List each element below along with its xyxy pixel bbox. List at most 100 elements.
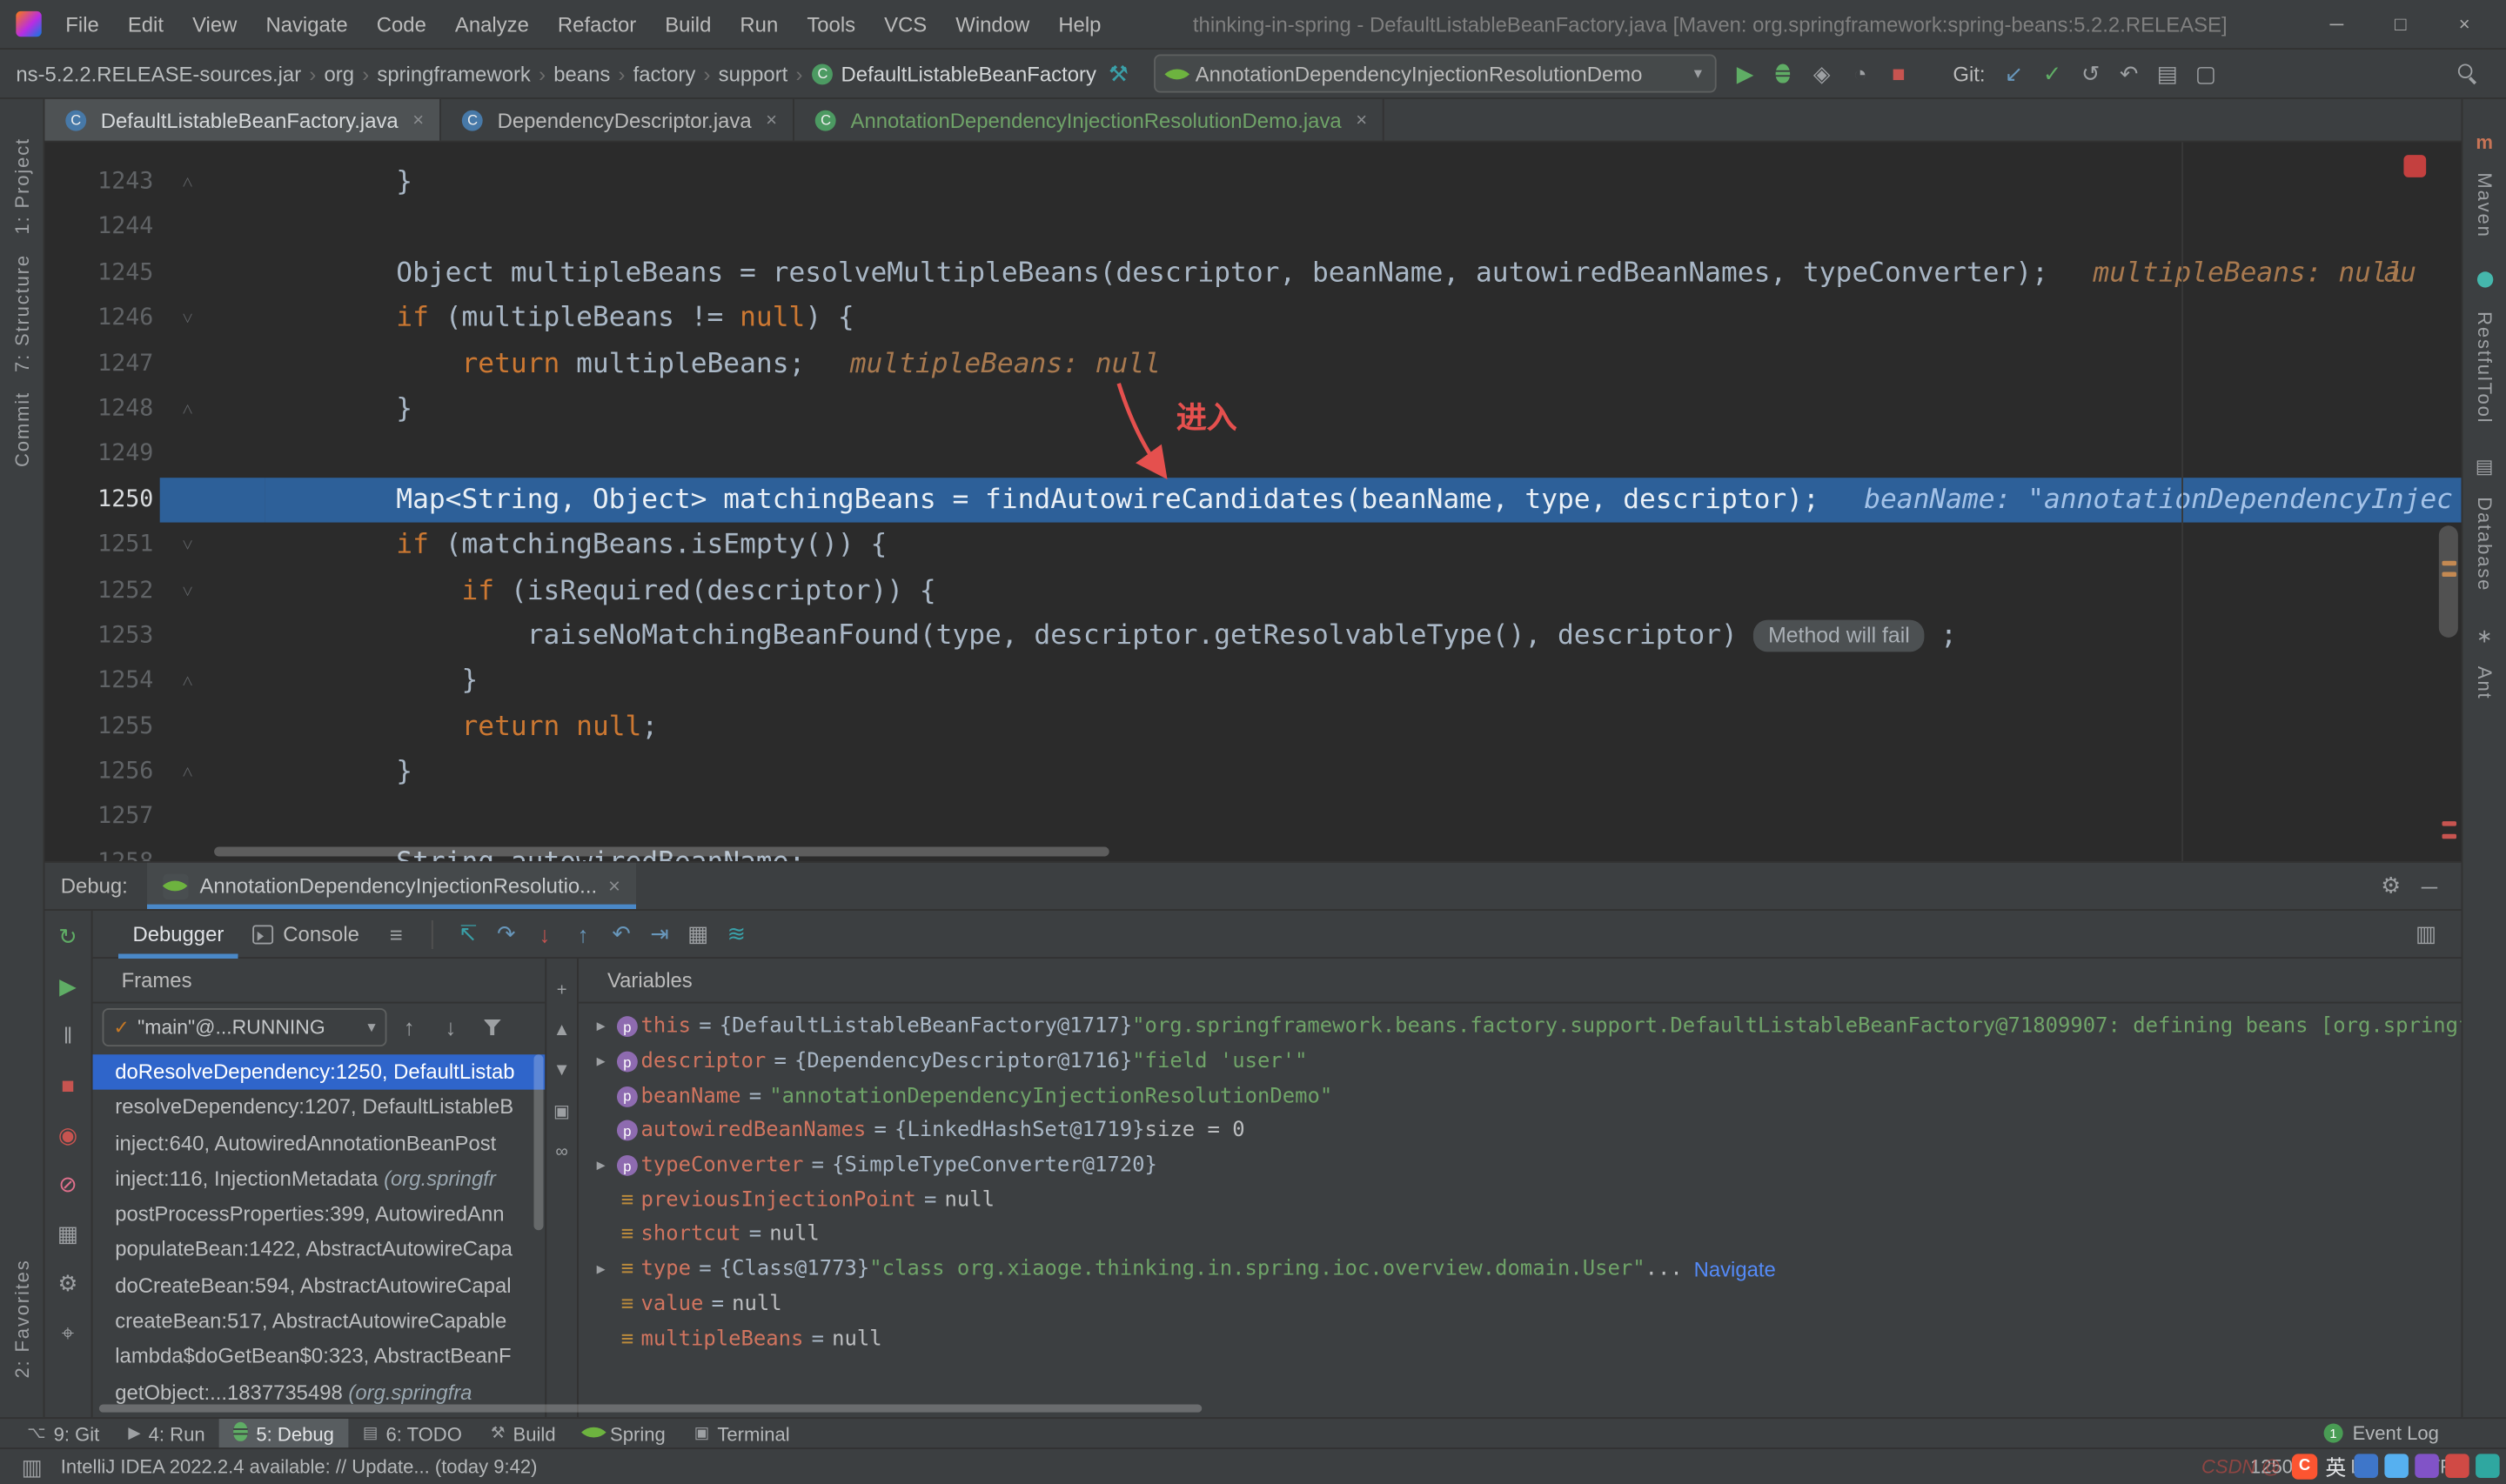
variable-row[interactable]: ≡ previousInjectionPoint = null <box>579 1183 2462 1218</box>
fold-marker-icon[interactable]: ˅ <box>160 568 265 613</box>
fold-marker-icon[interactable]: ˅ <box>160 296 265 341</box>
variable-row[interactable]: ▶ ≡ type = {Class@1773} "class org.xiaoge.th… <box>579 1253 2462 1287</box>
menu-help[interactable]: Help <box>1044 12 1116 37</box>
status-message[interactable]: IntelliJ IDEA 2022.2.4 available: // Upd… <box>61 1455 538 1478</box>
git-update-icon[interactable]: ↙ <box>1995 54 2034 92</box>
tool-stripe-1-project[interactable]: 1: Project <box>10 137 33 234</box>
previous-frame-icon[interactable]: ↑ <box>390 1008 428 1046</box>
tool-stripe-2-favorites[interactable]: 2: Favorites <box>10 1260 33 1379</box>
profiler-button[interactable]: ◔ <box>1841 54 1880 92</box>
hide-panel-icon[interactable]: ─ <box>2410 866 2449 905</box>
run-with-coverage-button[interactable]: ◈ <box>1803 54 1841 92</box>
tool-stripe-maven[interactable]: Maven <box>2473 172 2496 237</box>
variable-row[interactable]: ≡ value = null <box>579 1287 2462 1321</box>
close-button[interactable]: × <box>2433 13 2496 36</box>
layout-windows-icon[interactable]: ▢ <box>2187 54 2225 92</box>
variable-row[interactable]: ≡ multipleBeans = null <box>579 1321 2462 1356</box>
stop-process-icon[interactable]: ■ <box>54 1072 83 1097</box>
step-out-icon[interactable]: ↑ <box>564 915 602 953</box>
move-watch-down-icon[interactable]: ▼ <box>553 1061 571 1080</box>
view-options-icon[interactable]: ≡ <box>377 915 415 953</box>
ime-tray-icon-3[interactable] <box>2415 1454 2439 1478</box>
stack-frame[interactable]: populateBean:1422, AbstractAutowireCapa <box>93 1233 546 1268</box>
debug-settings-gear-icon[interactable]: ⚙ <box>54 1269 83 1295</box>
tool-stripe-database[interactable]: Database <box>2473 498 2496 592</box>
git-shelve-icon[interactable]: ▤ <box>2148 54 2187 92</box>
stack-frame[interactable]: doCreateBean:594, AbstractAutowireCapal <box>93 1268 546 1304</box>
variable-row[interactable]: ▶ p descriptor = {DependencyDescriptor@1716}… <box>579 1045 2462 1080</box>
variable-row[interactable]: p autowiredBeanNames = {LinkedHashSet@1719}… <box>579 1113 2462 1148</box>
editor-vertical-scrollbar[interactable] <box>2438 525 2458 638</box>
code-line-1256[interactable]: 1256 ˄ } <box>44 750 2461 795</box>
breadcrumb-item-ns-5-2-2-release-sources-jar[interactable]: ns-5.2.2.RELEASE-sources.jar <box>13 62 305 86</box>
expand-arrow-icon[interactable]: ▶ <box>588 1158 613 1173</box>
run-to-cursor-icon[interactable]: ⇥ <box>640 915 679 953</box>
tool-window-button-6-todo[interactable]: ▤ 6: TODO <box>348 1419 476 1449</box>
rerun-debug-icon[interactable]: ↻ <box>54 923 83 949</box>
run-button[interactable]: ▶ <box>1726 54 1765 92</box>
code-line-1244[interactable]: 1244 <box>44 205 2461 251</box>
code-editor[interactable]: 1243 ˄ } 1244 1245 Object multipleBeans = r… <box>44 142 2462 861</box>
step-into-icon[interactable]: ↓ <box>526 915 564 953</box>
breadcrumb-item-beans[interactable]: beans <box>551 62 613 86</box>
fold-marker-icon[interactable]: ˄ <box>160 658 265 704</box>
code-line-1251[interactable]: 1251 ˅ if (matchingBeans.isEmpty()) { <box>44 523 2461 568</box>
git-commit-icon[interactable]: ✓ <box>2034 54 2072 92</box>
menu-tools[interactable]: Tools <box>793 12 870 37</box>
tool-stripe-restfultool[interactable]: RestfulTool <box>2473 311 2496 424</box>
debug-horizontal-scrollbar[interactable] <box>98 1403 2445 1414</box>
expand-arrow-icon[interactable]: ▶ <box>588 1053 613 1069</box>
tool-window-button-build[interactable]: ⚒ Build <box>476 1419 570 1449</box>
tab-debugger[interactable]: Debugger <box>118 910 238 958</box>
error-stripe-mark[interactable] <box>2442 833 2457 839</box>
stack-frame[interactable]: resolveDependency:1207, DefaultListableB <box>93 1090 546 1126</box>
fold-marker-icon[interactable]: ˄ <box>160 160 265 205</box>
thread-dump-icon[interactable]: ▦ <box>54 1220 83 1246</box>
error-stripe-badge[interactable] <box>2403 155 2427 177</box>
stack-frame[interactable]: createBean:517, AbstractAutowireCapable <box>93 1304 546 1340</box>
mute-breakpoints-icon[interactable]: ⊘ <box>54 1170 83 1196</box>
ime-tray-icon-2[interactable] <box>2384 1454 2409 1478</box>
breadcrumb-item-defaultlistablebeanfactory[interactable]: DefaultListableBeanFactory <box>838 62 1100 86</box>
tab-defaultlistablebeanfactory-java[interactable]: C DefaultListableBeanFactory.java × <box>44 98 442 141</box>
settings-gear-icon[interactable]: ⚙ <box>2372 866 2410 905</box>
git-history-icon[interactable]: ↺ <box>2072 54 2110 92</box>
tool-stripe-commit[interactable]: Commit <box>10 391 33 467</box>
variable-row[interactable]: p beanName = "annotationDependencyInjection… <box>579 1079 2462 1113</box>
editor-horizontal-scrollbar[interactable] <box>172 846 2426 859</box>
close-icon[interactable]: × <box>608 874 620 899</box>
code-line-1257[interactable]: 1257 <box>44 795 2461 840</box>
error-stripe-mark[interactable] <box>2442 821 2457 826</box>
thread-selector[interactable]: ✓ "main"@...RUNNING ▾ <box>102 1007 387 1047</box>
code-line-1245[interactable]: 1245 Object multipleBeans = resolveMulti… <box>44 251 2461 296</box>
fold-marker-icon[interactable]: ˅ <box>160 523 265 568</box>
stack-frame[interactable]: lambda$doGetBean$0:323, AbstractBeanF <box>93 1340 546 1375</box>
expand-arrow-icon[interactable]: ▶ <box>588 1261 613 1277</box>
search-everywhere-icon[interactable] <box>2449 54 2487 92</box>
code-line-1247[interactable]: 1247 return multipleBeans; multipleBeans:… <box>44 341 2461 386</box>
code-line-1250[interactable]: 1250 Map<String, Object> matchingBeans =… <box>44 477 2462 523</box>
menu-vcs[interactable]: VCS <box>870 12 941 37</box>
menu-navigate[interactable]: Navigate <box>251 12 362 37</box>
stack-frame[interactable]: doResolveDependency:1250, DefaultListab <box>92 1054 546 1091</box>
code-line-1254[interactable]: 1254 ˄ } <box>44 658 2461 704</box>
close-icon[interactable]: × <box>1356 109 1367 131</box>
code-line-1252[interactable]: 1252 ˅ if (isRequired(descriptor)) { <box>44 568 2461 613</box>
ime-tray-icon-4[interactable] <box>2445 1454 2469 1478</box>
evaluate-expression-icon[interactable]: ▦ <box>679 915 717 953</box>
variable-row[interactable]: ▶ p this = {DefaultListableBeanFactory@1717}… <box>579 1010 2462 1045</box>
ime-tray-icon-1[interactable] <box>2354 1454 2379 1478</box>
run-configuration-select[interactable]: AnnotationDependencyInjectionResolutionD… <box>1154 54 1717 93</box>
breadcrumb-item-factory[interactable]: factory <box>630 62 699 86</box>
tool-window-button-4-run[interactable]: ▶ 4: Run <box>114 1419 219 1449</box>
event-log-button[interactable]: 1 Event Log <box>2323 1422 2439 1444</box>
drop-frame-icon[interactable]: ↶ <box>602 915 640 953</box>
ime-tray-icon-5[interactable] <box>2476 1454 2500 1478</box>
scrollbar-thumb[interactable] <box>214 846 1109 857</box>
code-line-1248[interactable]: 1248 ˄ } <box>44 386 2461 431</box>
git-rollback-icon[interactable]: ↶ <box>2110 54 2148 92</box>
trace-stream-icon[interactable]: ≋ <box>717 915 755 953</box>
pause-program-icon[interactable]: ‖ <box>54 1023 83 1048</box>
code-line-1253[interactable]: 1253 raiseNoMatchingBeanFound(type, desc… <box>44 613 2461 658</box>
tab-annotationdependencyinjectionresolutiondemo-java[interactable]: C AnnotationDependencyInjectionResolutio… <box>794 98 1385 141</box>
